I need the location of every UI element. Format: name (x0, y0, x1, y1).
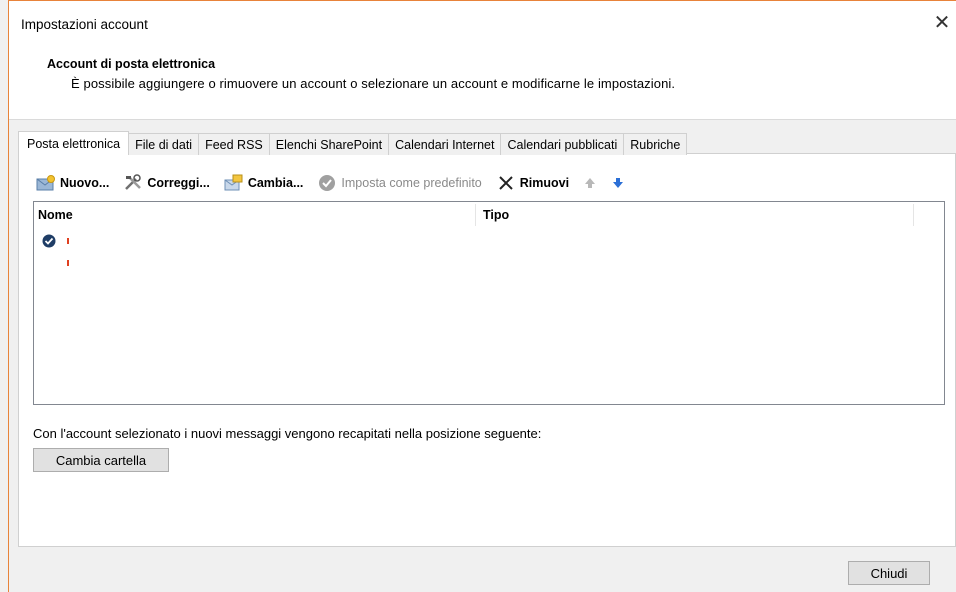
close-button[interactable]: Chiudi (848, 561, 930, 585)
move-down-icon[interactable] (611, 176, 625, 190)
repair-account-button[interactable]: Correggi... (123, 174, 210, 192)
list-item[interactable] (42, 234, 56, 251)
redaction-mark (67, 260, 69, 266)
dialog-title: Impostazioni account (21, 17, 148, 32)
tab-rubriche[interactable]: Rubriche (623, 133, 688, 155)
repair-account-label: Correggi... (147, 176, 210, 190)
column-separator[interactable] (475, 204, 476, 226)
new-account-label: Nuovo... (60, 176, 110, 190)
account-settings-dialog: Impostazioni account ✕ Account di posta … (0, 0, 956, 592)
change-account-button[interactable]: Cambia... (224, 174, 304, 192)
header-description: È possibile aggiungere o rimuovere un ac… (71, 76, 676, 91)
tab-feed-rss[interactable]: Feed RSS (198, 133, 269, 155)
tab-calendari-pubblicati[interactable]: Calendari pubblicati (500, 133, 624, 155)
set-default-button[interactable]: Imposta come predefinito (317, 174, 482, 192)
redaction-mark (67, 238, 69, 244)
remove-account-button[interactable]: Rimuovi (496, 174, 569, 192)
new-mail-icon (36, 174, 56, 192)
remove-account-label: Rimuovi (519, 176, 570, 190)
account-toolbar: Nuovo... Correggi... Cambia... Imposta c… (36, 172, 639, 194)
check-circle-icon (317, 174, 337, 192)
change-account-label: Cambia... (247, 176, 304, 190)
move-up-icon[interactable] (583, 176, 597, 190)
column-separator[interactable] (913, 204, 914, 226)
tab-strip: Posta elettronica File di dati Feed RSS … (18, 131, 688, 155)
header-heading: Account di posta elettronica (47, 57, 216, 71)
tab-posta-elettronica[interactable]: Posta elettronica (18, 131, 130, 155)
tools-icon (123, 174, 143, 192)
tab-file-di-dati[interactable]: File di dati (129, 133, 199, 155)
column-header-type[interactable]: Tipo (479, 202, 909, 228)
change-account-icon (224, 174, 244, 192)
tab-calendari-internet[interactable]: Calendari Internet (388, 133, 501, 155)
set-default-label: Imposta come predefinito (341, 176, 482, 190)
close-x-icon (496, 174, 516, 192)
tab-elenchi-sharepoint[interactable]: Elenchi SharePoint (268, 133, 389, 155)
delivery-info-text: Con l'account selezionato i nuovi messag… (33, 426, 542, 441)
account-list: Nome Tipo (33, 201, 945, 405)
default-account-check-icon (42, 234, 56, 251)
new-account-button[interactable]: Nuovo... (36, 174, 109, 192)
dialog-header: Impostazioni account ✕ Account di posta … (9, 1, 956, 120)
column-header-name[interactable]: Nome (34, 202, 474, 228)
change-folder-button[interactable]: Cambia cartella (33, 448, 169, 472)
close-icon[interactable]: ✕ (932, 13, 952, 33)
